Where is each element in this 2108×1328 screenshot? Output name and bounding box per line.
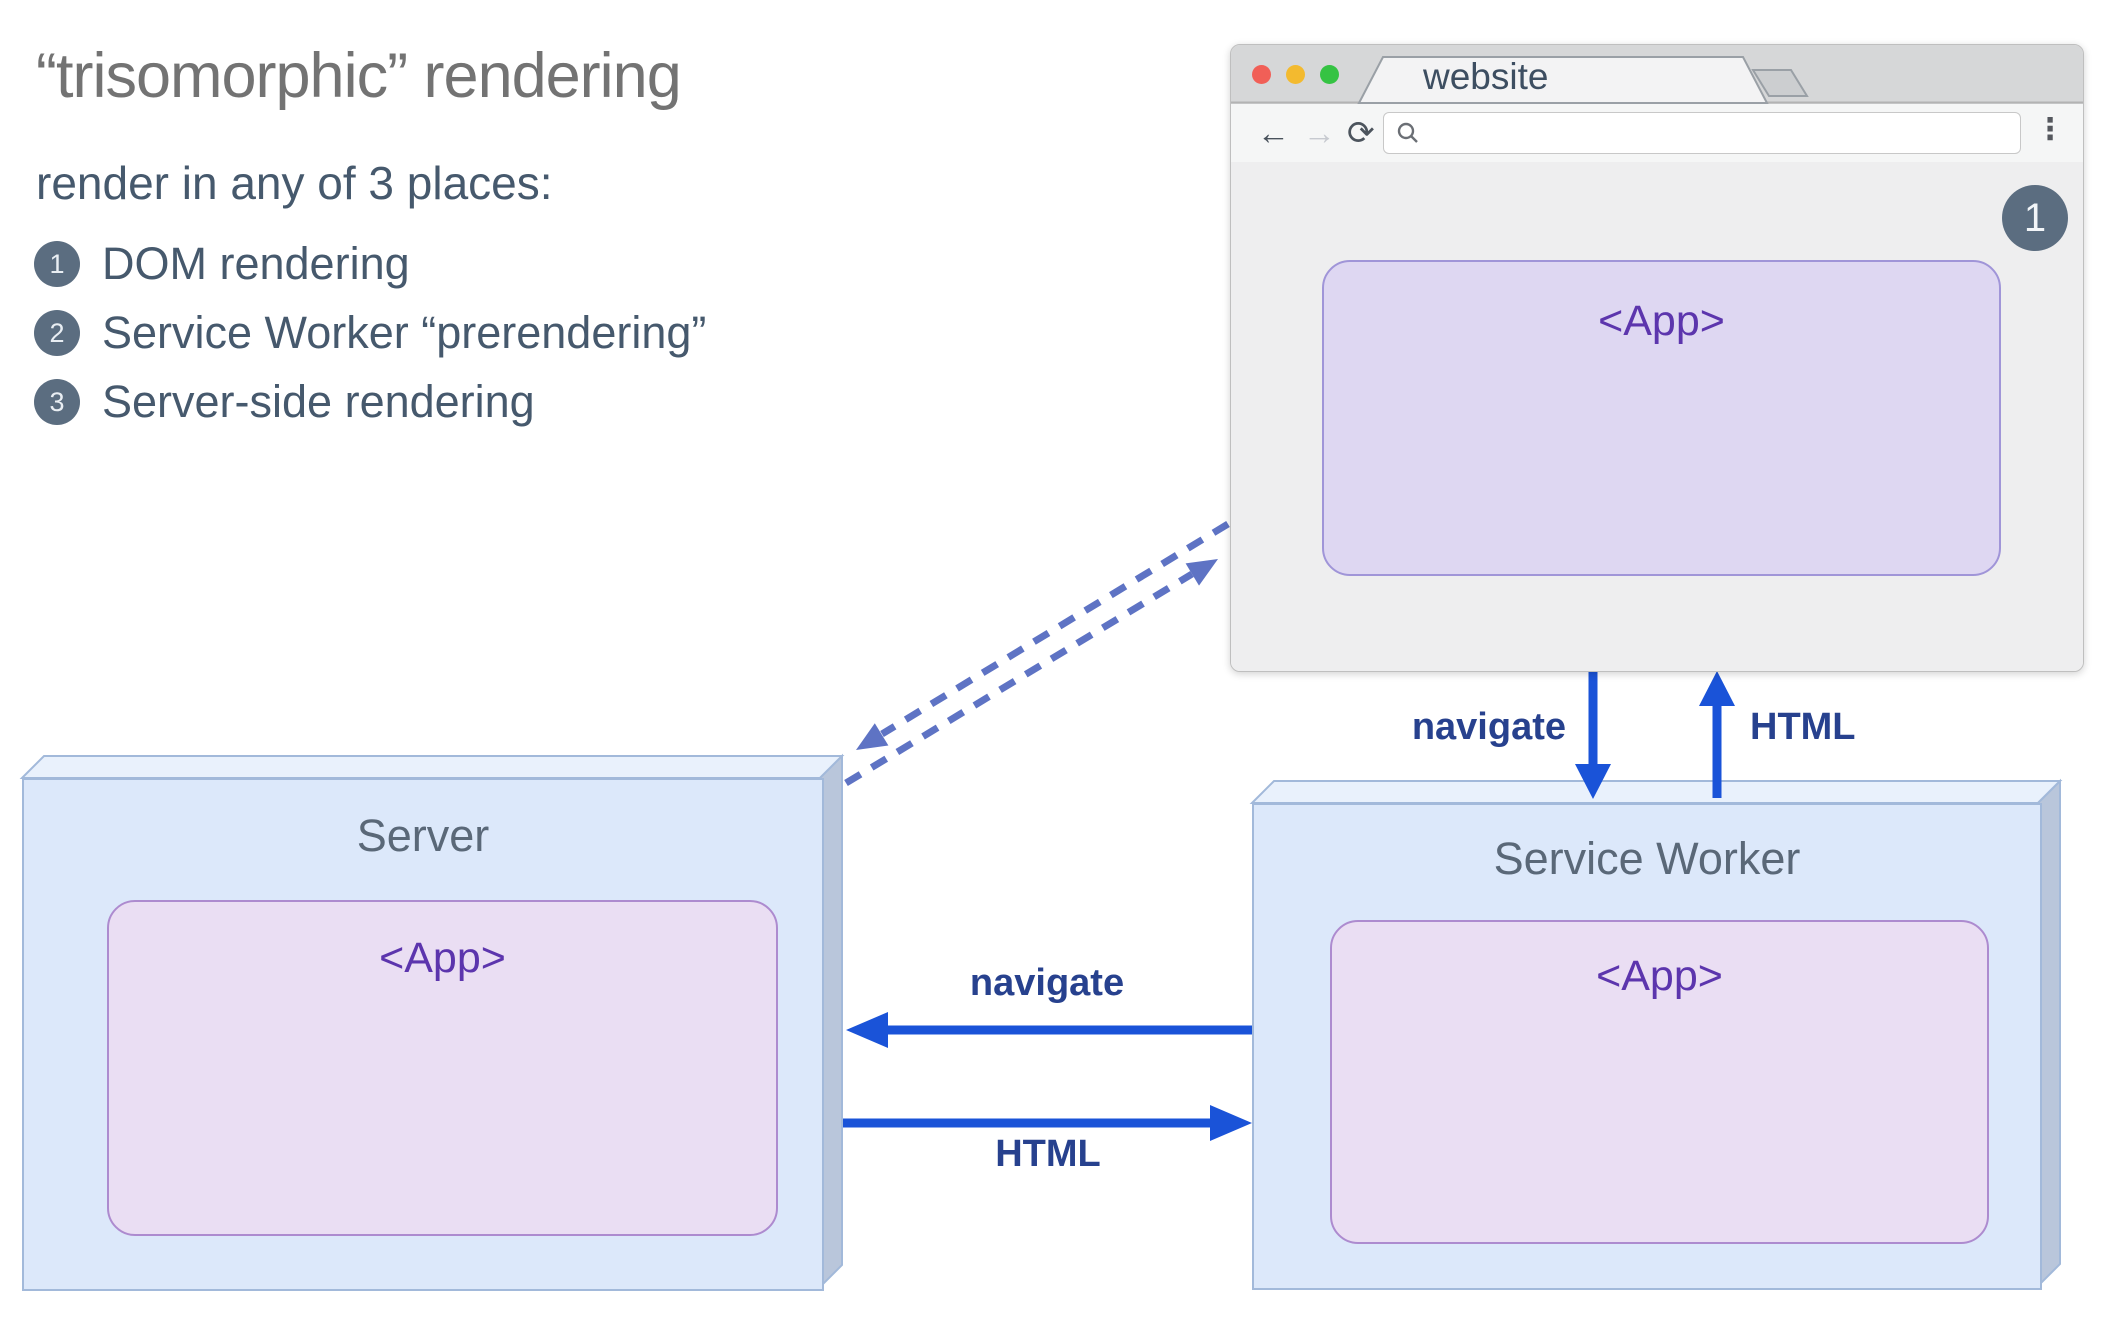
- service-worker-app-label: <App>: [1596, 952, 1723, 1000]
- search-icon: [1397, 122, 1418, 143]
- forward-icon: →: [1303, 114, 1336, 151]
- legend-item-server-side: 3 Server-side rendering: [34, 376, 706, 428]
- legend-badge-2: 2: [34, 310, 80, 356]
- server-app-label: <App>: [379, 934, 506, 982]
- legend-badge-3: 3: [34, 379, 80, 425]
- tab-title: website: [1423, 56, 1549, 97]
- browser-toolbar: ← → ⟳ ⋮: [1231, 104, 2083, 163]
- menu-icon: ⋮: [2035, 113, 2065, 146]
- flow-label-html-right: HTML: [995, 1133, 1101, 1175]
- flow-label-navigate-down: navigate: [1411, 706, 1566, 748]
- server-title: Server: [356, 810, 490, 861]
- service-worker-title: Service Worker: [1493, 833, 1801, 884]
- server-sw-arrows: [843, 1012, 1252, 1141]
- flow-label-html-up: HTML: [1750, 706, 1856, 748]
- browser-app-container: <App>: [1322, 260, 2001, 576]
- step-badge-1: 1: [2002, 185, 2068, 251]
- browser-sw-arrows: [1575, 671, 1735, 799]
- browser-app-label: <App>: [1598, 297, 1725, 345]
- back-icon: ←: [1257, 114, 1290, 151]
- server-app-container: <App>: [107, 900, 778, 1236]
- flow-label-navigate-left: navigate: [969, 962, 1125, 1004]
- service-worker-app-container: <App>: [1330, 920, 1989, 1244]
- legend-item-service-worker: 2 Service Worker “prerendering”: [34, 307, 706, 359]
- tab-shapes: [1231, 56, 2083, 104]
- active-tab-shape: [1357, 56, 1769, 104]
- server-browser-dashed-link: [844, 521, 1230, 786]
- page-title: “trisomorphic” rendering: [36, 41, 682, 111]
- page-subtitle: render in any of 3 places:: [36, 157, 553, 209]
- legend-badge-1: 1: [34, 241, 80, 287]
- reload-icon: ⟳: [1347, 114, 1375, 151]
- browser-tab-bar: website: [1231, 45, 2083, 104]
- url-bar: [1383, 112, 2021, 154]
- legend-list: 1 DOM rendering 2 Service Worker “preren…: [34, 238, 706, 428]
- legend-item-dom: 1 DOM rendering: [34, 238, 706, 290]
- trisomorphic-rendering-diagram: “trisomorphic” rendering render in any o…: [0, 0, 2108, 1328]
